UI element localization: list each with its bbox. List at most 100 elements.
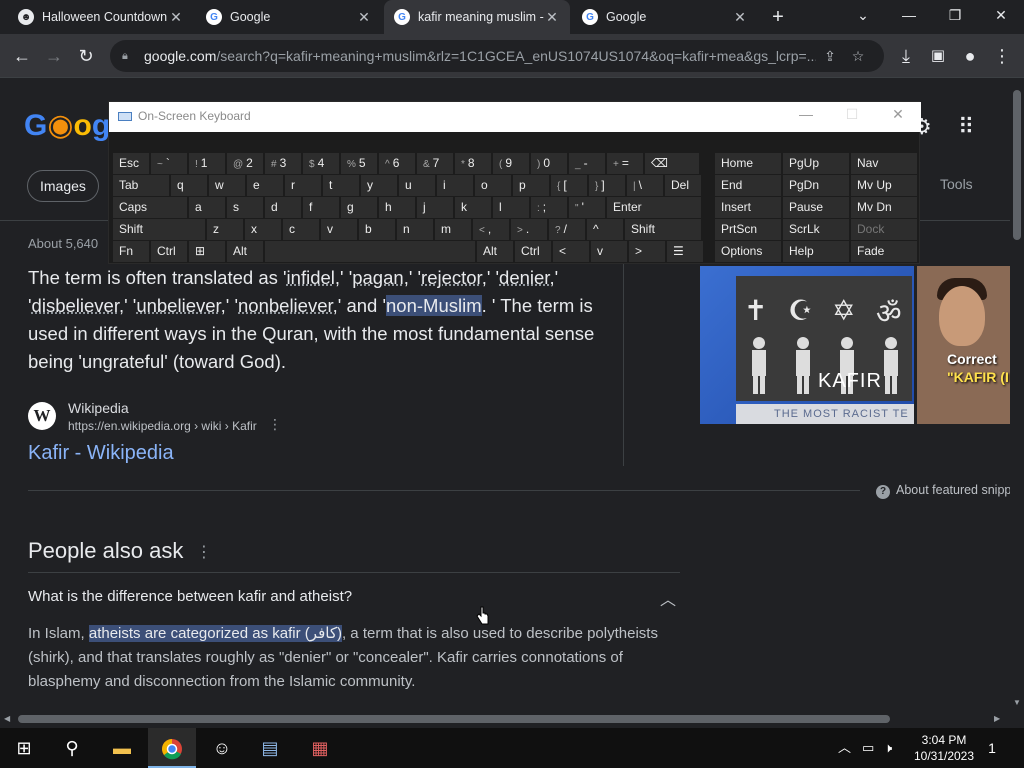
side-panel-icon[interactable]: ▣	[924, 42, 952, 70]
menu-kebab-icon[interactable]: ⋮	[988, 42, 1016, 70]
chrome-icon[interactable]	[148, 728, 196, 768]
volume-muted-icon[interactable]: 🕨︎	[884, 728, 906, 768]
osk-key[interactable]: d	[265, 197, 301, 218]
vertical-scrollbar[interactable]: ▼	[1010, 78, 1024, 712]
window-close-icon[interactable]: ✕	[883, 106, 913, 123]
osk-key[interactable]: o	[475, 175, 511, 196]
osk-key[interactable]: Alt	[227, 241, 263, 262]
osk-key[interactable]: e	[247, 175, 283, 196]
osk-key[interactable]: (9	[493, 153, 529, 174]
scroll-right-arrow-icon[interactable]: ▶	[994, 714, 1000, 723]
osk-key[interactable]: * 8	[455, 153, 491, 174]
tab-search-chevron-icon[interactable]: ⌄	[840, 0, 886, 30]
osk-key[interactable]: ? /	[549, 219, 585, 240]
computer-app-icon[interactable]: ▤	[246, 728, 294, 768]
osk-key[interactable]: Ctrl	[151, 241, 187, 262]
osk-key[interactable]: }]	[589, 175, 625, 196]
osk-key[interactable]: @2	[227, 153, 263, 174]
back-arrow-icon[interactable]: ←	[8, 42, 36, 70]
osk-key[interactable]: Ctrl	[515, 241, 551, 262]
tools-button[interactable]: Tools	[940, 176, 973, 192]
osk-key[interactable]: z	[207, 219, 243, 240]
osk-key[interactable]: <,	[473, 219, 509, 240]
grid-app-icon[interactable]: ▦	[296, 728, 344, 768]
osk-key[interactable]: i	[437, 175, 473, 196]
minimize-icon[interactable]: —	[791, 106, 821, 122]
search-icon[interactable]: ⚲	[48, 728, 96, 768]
osk-nav-key[interactable]: Nav	[851, 153, 917, 174]
osk-key[interactable]: n	[397, 219, 433, 240]
close-icon[interactable]: ✕	[544, 9, 560, 26]
close-icon[interactable]: ✕	[732, 9, 748, 26]
download-icon[interactable]: ⤓	[892, 42, 920, 70]
horizontal-scrollbar[interactable]: ◀ ▶	[0, 712, 1010, 726]
paa-question[interactable]: What is the difference between kafir and…	[28, 588, 352, 605]
osk-nav-key[interactable]: Pause	[783, 197, 849, 218]
osk-key[interactable]: Shift	[113, 219, 205, 240]
osk-nav-key[interactable]: Home	[715, 153, 781, 174]
maximize-icon[interactable]: ☐	[837, 106, 867, 123]
osk-key[interactable]: j	[417, 197, 453, 218]
osk-key[interactable]: ⊞	[189, 241, 225, 262]
forward-arrow-icon[interactable]: →	[40, 42, 68, 70]
video-thumbnail[interactable]: Correct "KAFIR (I	[917, 266, 1010, 424]
snippet-image[interactable]: ✝ ☪ ✡ ॐ KAFIR THE MOST RACIST TE	[700, 266, 914, 424]
osk-nav-key[interactable]: PrtScn	[715, 219, 781, 240]
osk-nav-key[interactable]: Mv Up	[851, 175, 917, 196]
osk-key[interactable]: $4	[303, 153, 339, 174]
about-featured-snippets[interactable]: ? About featured snipp	[876, 483, 1010, 499]
osk-key[interactable]: v	[591, 241, 627, 262]
osk-key[interactable]: r	[285, 175, 321, 196]
osk-key[interactable]: Shift	[625, 219, 701, 240]
google-logo[interactable]: G◉ogl	[24, 108, 119, 143]
window-close-icon[interactable]: ✕	[978, 0, 1024, 30]
osk-key[interactable]: Tab	[113, 175, 169, 196]
osk-nav-key[interactable]: Mv Dn	[851, 197, 917, 218]
osk-nav-key[interactable]: Insert	[715, 197, 781, 218]
osk-key[interactable]: t	[323, 175, 359, 196]
apps-grid-icon[interactable]: ⠿	[958, 114, 974, 140]
osk-key[interactable]: >	[629, 241, 665, 262]
notification-icon[interactable]: 1	[980, 736, 1004, 760]
osk-nav-key[interactable]: End	[715, 175, 781, 196]
scroll-thumb[interactable]	[1013, 90, 1021, 240]
osk-key[interactable]: c	[283, 219, 319, 240]
more-options-icon[interactable]: ⋮	[196, 542, 212, 562]
restore-icon[interactable]: ❐	[932, 0, 978, 30]
osk-key[interactable]: Esc	[113, 153, 149, 174]
tab-google-2[interactable]: G Google ✕	[572, 0, 758, 34]
file-explorer-icon[interactable]: ▬	[98, 728, 146, 768]
osk-key[interactable]: w	[209, 175, 245, 196]
tab-kafir-search[interactable]: G kafir meaning muslim - ... ✕	[384, 0, 570, 34]
osk-key[interactable]: ⌫	[645, 153, 699, 174]
osk-key[interactable]: Enter	[607, 197, 701, 218]
close-icon[interactable]: ✕	[168, 9, 184, 26]
osk-key[interactable]: h	[379, 197, 415, 218]
bookmark-star-icon[interactable]: ☆	[844, 48, 872, 65]
osk-key[interactable]: k	[455, 197, 491, 218]
osk-key[interactable]: Caps	[113, 197, 187, 218]
osk-key[interactable]: ^	[587, 219, 623, 240]
scroll-thumb[interactable]	[18, 715, 890, 723]
reload-icon[interactable]: ↻	[72, 42, 100, 70]
osk-key[interactable]: Alt	[477, 241, 513, 262]
osk-key[interactable]: q	[171, 175, 207, 196]
osk-nav-key[interactable]: PgUp	[783, 153, 849, 174]
osk-title-bar[interactable]: On-Screen Keyboard — ☐ ✕	[109, 102, 921, 132]
osk-nav-key[interactable]: Dock	[851, 219, 917, 240]
osk-nav-key[interactable]: Options	[715, 241, 781, 262]
osk-nav-key[interactable]: Help	[783, 241, 849, 262]
network-icon[interactable]: ▭	[862, 728, 880, 768]
osk-key[interactable]: | \	[627, 175, 663, 196]
osk-nav-key[interactable]: ScrLk	[783, 219, 849, 240]
osk-key[interactable]: ~ `	[151, 153, 187, 174]
osk-key[interactable]: & 7	[417, 153, 453, 174]
osk-nav-key[interactable]: Fade	[851, 241, 917, 262]
more-options-icon[interactable]: ⋮	[268, 416, 282, 433]
osk-key[interactable]: x	[245, 219, 281, 240]
osk-key[interactable]: b	[359, 219, 395, 240]
close-icon[interactable]: ✕	[356, 9, 372, 26]
scroll-down-arrow-icon[interactable]: ▼	[1013, 698, 1021, 707]
osk-key[interactable]: p	[513, 175, 549, 196]
osk-key[interactable]: <	[553, 241, 589, 262]
